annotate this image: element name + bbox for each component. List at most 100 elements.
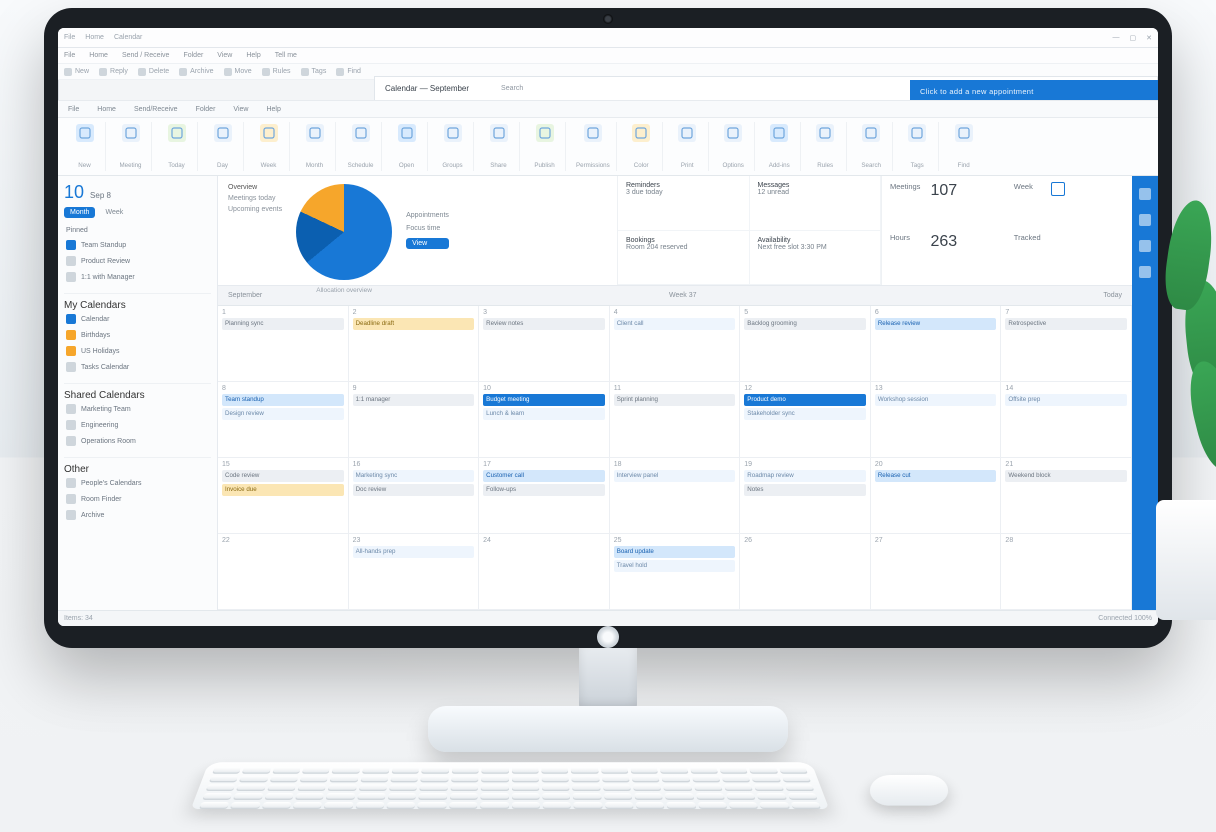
dashboard-card[interactable]: Bookings Room 204 reserved <box>618 231 750 286</box>
ribbon-group[interactable]: Groups <box>432 122 474 171</box>
calendar-day[interactable]: 20Release cut <box>871 458 1002 534</box>
sidebar-item[interactable]: Archive <box>64 507 211 523</box>
dashboard-card[interactable]: Messages 12 unread <box>750 176 882 231</box>
window-close[interactable]: ✕ <box>1146 34 1152 42</box>
calendar-event[interactable]: Doc review <box>353 484 475 496</box>
sidebar-item[interactable]: Product Review <box>64 253 211 269</box>
ribbon-tab[interactable]: Help <box>266 106 280 113</box>
calendar-day[interactable]: 2Deadline draft <box>349 306 480 382</box>
calendar-day[interactable]: 6Release review <box>871 306 1002 382</box>
calendar-event[interactable]: Invoice due <box>222 484 344 496</box>
calendar-event[interactable]: Product demo <box>744 394 866 406</box>
menu-item[interactable]: Tell me <box>275 52 297 59</box>
calendar-day[interactable]: 12Product demoStakeholder sync <box>740 382 871 458</box>
ribbon-group[interactable]: Tags <box>897 122 939 171</box>
calendar-event[interactable]: Interview panel <box>614 470 736 482</box>
qa-archive[interactable]: Archive <box>179 68 213 76</box>
ribbon-tab[interactable]: Folder <box>196 106 216 113</box>
calendar-event[interactable]: Deadline draft <box>353 318 475 330</box>
calendar-event[interactable]: Design review <box>222 408 344 420</box>
calendar-event[interactable]: Release cut <box>875 470 997 482</box>
sidebar-item[interactable]: 1:1 with Manager <box>64 269 211 285</box>
sidebar-tab-week[interactable]: Week <box>99 207 129 218</box>
calendar-day[interactable]: 27 <box>871 534 1002 610</box>
ribbon-group[interactable]: Meeting <box>110 122 152 171</box>
ribbon-group[interactable]: Schedule <box>340 122 382 171</box>
calendar-day[interactable]: 1Planning sync <box>218 306 349 382</box>
ribbon-group[interactable]: Permissions <box>570 122 617 171</box>
titlebar-item[interactable]: Home <box>85 34 104 41</box>
calendar-day[interactable]: 14Offsite prep <box>1001 382 1132 458</box>
ribbon-tab[interactable]: View <box>233 106 248 113</box>
ribbon-group[interactable]: Day <box>202 122 244 171</box>
calendar-event[interactable]: Follow-ups <box>483 484 605 496</box>
calendar-day[interactable]: 17Customer callFollow-ups <box>479 458 610 534</box>
menu-item[interactable]: Home <box>89 52 108 59</box>
titlebar-item[interactable]: Calendar <box>114 34 142 41</box>
ribbon-group[interactable]: Publish <box>524 122 566 171</box>
calendar-event[interactable]: Sprint planning <box>614 394 736 406</box>
calendar-event[interactable]: Travel hold <box>614 560 736 572</box>
sidebar-item[interactable]: People's Calendars <box>64 475 211 491</box>
ribbon-group[interactable]: Find <box>943 122 985 171</box>
ribbon-tab[interactable]: Send/Receive <box>134 106 178 113</box>
sidebar-item[interactable]: Birthdays <box>64 327 211 343</box>
menu-item[interactable]: Send / Receive <box>122 52 169 59</box>
ribbon-group[interactable]: Add-ins <box>759 122 801 171</box>
calendar-event[interactable]: Roadmap review <box>744 470 866 482</box>
calendar-event[interactable]: Planning sync <box>222 318 344 330</box>
sidebar-item[interactable]: US Holidays <box>64 343 211 359</box>
calendar-day[interactable]: 4Client call <box>610 306 741 382</box>
sidebar-item[interactable]: Tasks Calendar <box>64 359 211 375</box>
rail-icon[interactable] <box>1139 240 1151 252</box>
ribbon-tab[interactable]: Home <box>97 106 116 113</box>
dashboard-card[interactable]: Availability Next free slot 3:30 PM <box>750 231 882 286</box>
calendar-event[interactable]: Client call <box>614 318 736 330</box>
ribbon-group[interactable]: Rules <box>805 122 847 171</box>
calendar-day[interactable]: 22 <box>218 534 349 610</box>
menu-item[interactable]: Folder <box>183 52 203 59</box>
search-hint[interactable]: Search <box>501 85 523 92</box>
calendar-event[interactable]: Team standup <box>222 394 344 406</box>
calendar-event[interactable]: All-hands prep <box>353 546 475 558</box>
calendar-day[interactable]: 91:1 manager <box>349 382 480 458</box>
rail-icon[interactable] <box>1139 214 1151 226</box>
ribbon-group[interactable]: Open <box>386 122 428 171</box>
sidebar-item[interactable]: Operations Room <box>64 433 211 449</box>
dashboard-card[interactable]: Reminders 3 due today <box>618 176 750 231</box>
calendar-day[interactable]: 24 <box>479 534 610 610</box>
rail-icon[interactable] <box>1139 266 1151 278</box>
qa-rules[interactable]: Rules <box>262 68 291 76</box>
titlebar-item[interactable]: File <box>64 34 75 41</box>
calendar-day[interactable]: 23All-hands prep <box>349 534 480 610</box>
info-banner[interactable]: Click to add a new appointment <box>910 80 1158 102</box>
calendar-event[interactable]: Lunch & learn <box>483 408 605 420</box>
calendar-day[interactable]: 11Sprint planning <box>610 382 741 458</box>
ribbon-group[interactable]: Week <box>248 122 290 171</box>
calendar-day[interactable]: 8Team standupDesign review <box>218 382 349 458</box>
calendar-event[interactable]: Backlog grooming <box>744 318 866 330</box>
calendar-event[interactable]: Weekend block <box>1005 470 1127 482</box>
window-minimize[interactable]: — <box>1113 34 1120 41</box>
qa-reply[interactable]: Reply <box>99 68 128 76</box>
calendar-event[interactable]: Board update <box>614 546 736 558</box>
menu-item[interactable]: Help <box>246 52 260 59</box>
ribbon-group[interactable]: Print <box>667 122 709 171</box>
calendar-day[interactable]: 5Backlog grooming <box>740 306 871 382</box>
ribbon-tab[interactable]: File <box>68 106 79 113</box>
calhdr-today-button[interactable]: Today <box>1103 292 1122 299</box>
calendar-day[interactable]: 16Marketing syncDoc review <box>349 458 480 534</box>
calendar-day[interactable]: 19Roadmap reviewNotes <box>740 458 871 534</box>
qa-new[interactable]: New <box>64 68 89 76</box>
calendar-event[interactable]: Customer call <box>483 470 605 482</box>
calendar-day[interactable]: 7Retrospective <box>1001 306 1132 382</box>
sidebar-tab-month[interactable]: Month <box>64 207 95 218</box>
calendar-event[interactable]: 1:1 manager <box>353 394 475 406</box>
calendar-event[interactable]: Review notes <box>483 318 605 330</box>
sidebar-item[interactable]: Team Standup <box>64 237 211 253</box>
calendar-event[interactable]: Notes <box>744 484 866 496</box>
calendar-event[interactable]: Retrospective <box>1005 318 1127 330</box>
calendar-grid[interactable]: 1Planning sync2Deadline draft3Review not… <box>218 306 1132 610</box>
sidebar-item[interactable]: Marketing Team <box>64 401 211 417</box>
calendar-event[interactable]: Workshop session <box>875 394 997 406</box>
